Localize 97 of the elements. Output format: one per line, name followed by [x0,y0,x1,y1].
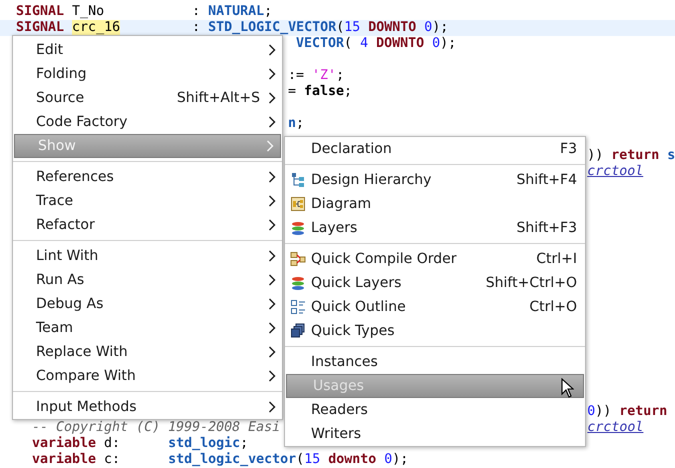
menu-item[interactable]: Design Hierarchy Shift+F4 [285,168,585,192]
mouse-cursor-icon [561,378,574,398]
code-token: ; [296,116,304,131]
menu-item[interactable]: Lint With [13,244,282,268]
code-token: 4 [360,36,368,51]
menu-item[interactable]: Readers [285,398,585,422]
layers-icon [290,220,306,236]
code-token: DOWNTO [375,36,424,51]
menu-item[interactable]: Folding [13,62,282,86]
code-token: s [666,148,675,163]
code-token: return [610,148,660,163]
chevron-right-icon [268,44,276,56]
code-token: 0 [383,452,392,467]
menu-item[interactable]: Writers [285,422,585,446]
menu-item[interactable]: Declaration F3 [285,137,585,161]
tree-icon [290,172,306,188]
code-token: : [192,20,202,35]
diagram-icon [290,196,306,212]
chevron-right-icon [268,219,276,231]
menu-item[interactable]: References [13,165,282,189]
code-token: std_logic [168,436,240,451]
menu-item[interactable]: Quick Types [285,319,585,343]
code-token: T_No [71,4,104,19]
code-token: variable [32,436,96,451]
code-token: d: [103,436,120,451]
chevron-right-icon [268,171,276,183]
code-token: 0 [423,20,432,35]
chevron-right-icon [268,298,276,310]
chevron-right-icon [268,370,276,382]
code-token: 0 [587,404,596,419]
menu-item[interactable]: Quick Compile Order Ctrl+I [285,247,585,271]
chevron-right-icon [268,401,276,413]
menu-item[interactable]: Run As [13,268,282,292]
code-token: DOWNTO [367,20,416,35]
code-token: 'Z' [312,68,336,83]
code-token: ); [432,20,448,35]
code-token: variable [32,452,96,467]
code-token: )) [587,148,604,163]
chevron-right-icon [268,322,276,334]
code-token: return [618,404,668,419]
code-token: SIGNAL [16,4,64,19]
menu-item[interactable]: Code Factory [13,110,282,134]
chevron-right-icon [268,195,276,207]
stacked-squares-icon [290,323,306,339]
chevron-right-icon [268,250,276,262]
chevron-right-icon [268,92,276,104]
code-token: = [288,84,298,99]
chevron-right-icon [268,274,276,286]
code-token: NATURAL [208,4,264,19]
code-token: ( [344,36,354,51]
code-token: ; [336,68,344,83]
menu-item[interactable]: Source Shift+Alt+S [13,86,282,110]
code-token: SIGNAL [16,20,66,35]
code-token: ; [264,4,272,19]
code-token: c: [103,452,120,467]
code-token: : [192,4,202,19]
highlighted-identifier: crc_16 [72,20,120,35]
menu-item[interactable]: Refactor [13,213,282,237]
menu-item[interactable]: Instances [285,350,585,374]
code-token: STD_LOGIC_VECTOR [208,20,336,35]
menu-item[interactable]: Edit [13,38,282,62]
menu-item[interactable]: Trace [13,189,282,213]
code-token: ; [240,436,248,451]
code-token: 15 [304,452,320,467]
code-token: ( [296,452,304,467]
code-token: ); [392,452,408,467]
code-link[interactable]: crctool [587,420,644,435]
chevron-right-icon [268,68,276,80]
menu-item[interactable]: Quick Outline Ctrl+O [285,295,585,319]
menu-item[interactable]: Debug As [13,292,282,316]
menu-item[interactable]: Quick Layers Shift+Ctrl+O [285,271,585,295]
chevron-right-icon [266,140,274,152]
chevron-right-icon [268,116,276,128]
code-token: downto [327,452,376,467]
outline-icon [290,299,306,315]
menu-item[interactable]: Diagram [285,192,585,216]
code-token: false [304,84,344,99]
code-token: std_logic_vector [168,452,296,467]
menu-item[interactable]: Layers Shift+F3 [285,216,585,240]
menu-item[interactable]: Compare With [13,364,282,388]
code-comment: -- Copyright (C) 1999-2008 Easi [32,420,280,435]
menu-item[interactable]: Input Methods [13,395,282,419]
code-token: )) [595,404,612,419]
folders-arrows-icon [290,251,306,267]
menu-item[interactable]: Replace With [13,340,282,364]
code-token: 0 [431,36,440,51]
layers-icon [290,275,306,291]
menu-item[interactable]: Team [13,316,282,340]
chevron-right-icon [268,346,276,358]
code-token: VECTOR [296,36,344,51]
code-link[interactable]: crctool [587,164,644,179]
code-token: := [288,68,305,83]
code-token: 15 [344,20,360,35]
code-token: ); [440,36,456,51]
code-token: ; [344,84,352,99]
code-token: n [288,116,296,131]
code-token: ( [336,20,344,35]
